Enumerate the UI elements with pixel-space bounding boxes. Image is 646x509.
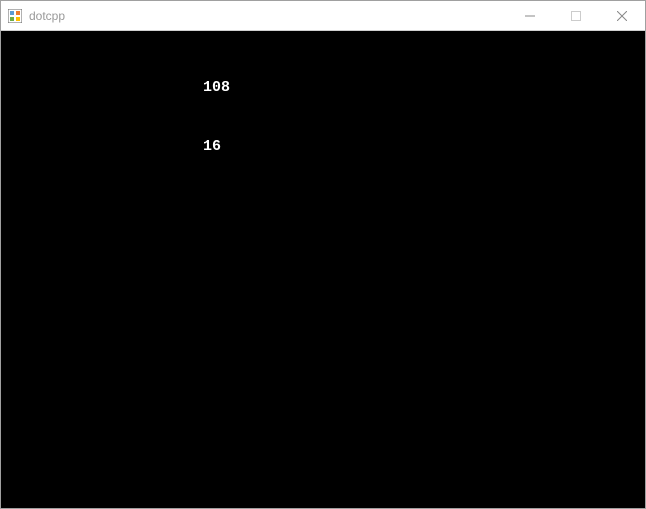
minimize-button[interactable] (507, 1, 553, 30)
console-line: 108 (1, 78, 645, 98)
console-line: 16 (1, 137, 645, 157)
close-button[interactable] (599, 1, 645, 30)
window-title: dotcpp (29, 9, 65, 23)
application-window: dotcpp 108 16 (0, 0, 646, 509)
window-controls (507, 1, 645, 30)
app-icon (7, 8, 23, 24)
titlebar[interactable]: dotcpp (1, 1, 645, 31)
console-output: 108 16 (1, 31, 645, 508)
titlebar-left: dotcpp (1, 8, 65, 24)
maximize-button (553, 1, 599, 30)
